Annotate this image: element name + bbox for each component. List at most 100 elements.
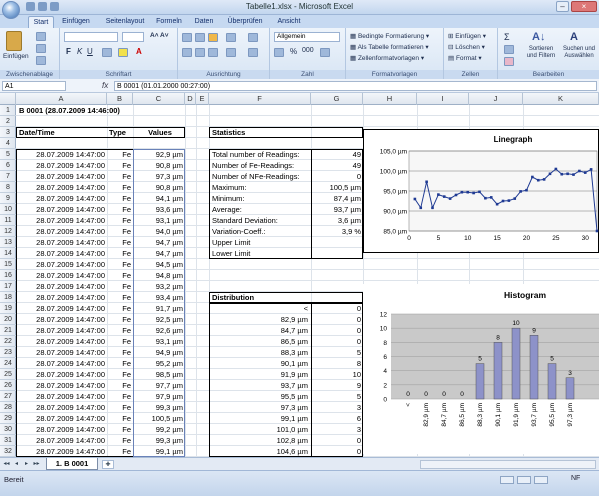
column-header-e[interactable]: E: [196, 93, 209, 105]
align-left-icon[interactable]: [182, 48, 192, 57]
statistics-label[interactable]: Standard Deviation:: [212, 215, 310, 226]
cell-value[interactable]: 98,5 µm: [133, 369, 183, 380]
row-header-15[interactable]: 15: [0, 259, 16, 270]
histogram-chart[interactable]: Histogram 0 2 4 6 8 10 12 0 <0 82,9 µm 0 84,7 µm 0 86,…: [363, 284, 599, 454]
cell-value[interactable]: 99,1 µm: [133, 446, 183, 457]
align-bottom-icon[interactable]: [208, 33, 218, 42]
cell-value[interactable]: 94,5 µm: [133, 259, 183, 270]
row-header-12[interactable]: 12: [0, 226, 16, 237]
statistics-value[interactable]: 93,7 µm: [311, 204, 361, 215]
statistics-value[interactable]: 100,5 µm: [311, 182, 361, 193]
tab-seitenlayout[interactable]: Seitenlayout: [100, 16, 150, 28]
column-header-c[interactable]: C: [133, 93, 185, 105]
cell-type[interactable]: Fe: [107, 325, 131, 336]
decimal-increase-icon[interactable]: [320, 48, 330, 57]
cell-datetime[interactable]: 28.07.2009 14:47:00: [16, 149, 105, 160]
cut-icon[interactable]: [36, 32, 46, 41]
row-header-19[interactable]: 19: [0, 303, 16, 314]
distribution-count[interactable]: 9: [311, 380, 361, 391]
row-header-28[interactable]: 28: [0, 402, 16, 413]
find-icon[interactable]: A: [570, 31, 578, 43]
align-top-icon[interactable]: [182, 33, 192, 42]
cell-type[interactable]: Fe: [107, 281, 131, 292]
clear-icon[interactable]: [504, 57, 514, 66]
orientation-icon[interactable]: [226, 33, 236, 42]
cell-type[interactable]: Fe: [107, 391, 131, 402]
column-header-a[interactable]: A: [16, 93, 107, 105]
row-header-1[interactable]: 1: [0, 105, 16, 116]
statistics-label[interactable]: Average:: [212, 204, 310, 215]
delete-cells-button[interactable]: ⊟ Löschen ▾: [448, 43, 485, 51]
paste-icon[interactable]: [6, 31, 22, 51]
tab-ansicht[interactable]: Ansicht: [272, 16, 306, 28]
statistics-value[interactable]: [311, 237, 361, 248]
statistics-value[interactable]: 87,4 µm: [311, 193, 361, 204]
statistics-value[interactable]: 49: [311, 160, 361, 171]
cell-type[interactable]: Fe: [107, 347, 131, 358]
row-header-26[interactable]: 26: [0, 380, 16, 391]
row-header-8[interactable]: 8: [0, 182, 16, 193]
row-header-29[interactable]: 29: [0, 413, 16, 424]
cell-type[interactable]: Fe: [107, 402, 131, 413]
column-header-g[interactable]: G: [311, 93, 363, 105]
cell-type[interactable]: Fe: [107, 171, 131, 182]
statistics-value[interactable]: 0: [311, 171, 361, 182]
tab-ueberpruefen[interactable]: Überprüfen: [222, 16, 268, 28]
statistics-label[interactable]: Number of NFe-Readings:: [212, 171, 310, 182]
tab-start[interactable]: Start: [28, 16, 54, 28]
tab-einfuegen[interactable]: Einfügen: [58, 16, 94, 28]
statistics-label[interactable]: Variation-Coeff.:: [212, 226, 310, 237]
number-format-dropdown[interactable]: Allgemein: [274, 32, 340, 42]
distribution-title[interactable]: Distribution: [212, 292, 312, 303]
cell-value[interactable]: 99,3 µm: [133, 435, 183, 446]
cell-datetime[interactable]: 28.07.2009 14:47:00: [16, 358, 105, 369]
row-header-13[interactable]: 13: [0, 237, 16, 248]
copy-icon[interactable]: [36, 44, 46, 53]
cell-value[interactable]: 97,7 µm: [133, 380, 183, 391]
name-box[interactable]: A1: [2, 81, 66, 91]
distribution-count[interactable]: 0: [311, 303, 361, 314]
find-select-button[interactable]: Suchen und Auswählen: [560, 46, 598, 60]
cell-datetime[interactable]: 28.07.2009 14:47:00: [16, 226, 105, 237]
align-right-icon[interactable]: [208, 48, 218, 57]
distribution-bin[interactable]: 97,3 µm: [212, 402, 308, 413]
cell-type[interactable]: Fe: [107, 358, 131, 369]
statistics-value[interactable]: 3,9 %: [311, 226, 361, 237]
format-painter-icon[interactable]: [36, 56, 46, 65]
cell-datetime[interactable]: 28.07.2009 14:47:00: [16, 160, 105, 171]
cell-type[interactable]: Fe: [107, 446, 131, 457]
page-break-view-icon[interactable]: [534, 476, 548, 484]
cell-type[interactable]: Fe: [107, 149, 131, 160]
cell-datetime[interactable]: 28.07.2009 14:47:00: [16, 435, 105, 446]
cell-value[interactable]: 90,8 µm: [133, 160, 183, 171]
align-middle-icon[interactable]: [195, 33, 205, 42]
cell-datetime[interactable]: 28.07.2009 14:47:00: [16, 248, 105, 259]
column-title-datetime[interactable]: Date/Time: [19, 127, 105, 138]
format-cells-button[interactable]: ▤ Format ▾: [448, 54, 482, 62]
distribution-bin[interactable]: 93,7 µm: [212, 380, 308, 391]
cell-datetime[interactable]: 28.07.2009 14:47:00: [16, 171, 105, 182]
distribution-count[interactable]: 0: [311, 435, 361, 446]
office-button[interactable]: [2, 1, 20, 19]
column-title-type[interactable]: Type: [109, 127, 133, 138]
column-header-d[interactable]: D: [185, 93, 196, 105]
distribution-count[interactable]: 0: [311, 314, 361, 325]
percent-icon[interactable]: %: [290, 47, 297, 56]
currency-icon[interactable]: [274, 48, 284, 57]
cell-type[interactable]: Fe: [107, 182, 131, 193]
cell-value[interactable]: 92,5 µm: [133, 314, 183, 325]
row-header-5[interactable]: 5: [0, 149, 16, 160]
tab-daten[interactable]: Daten: [190, 16, 218, 28]
distribution-bin[interactable]: 101,0 µm: [212, 424, 308, 435]
cell-value[interactable]: 94,0 µm: [133, 226, 183, 237]
border-icon[interactable]: [102, 48, 112, 57]
distribution-count[interactable]: 10: [311, 369, 361, 380]
cell-value[interactable]: 92,9 µm: [133, 149, 183, 160]
sort-filter-button[interactable]: Sortieren und Filtern: [526, 46, 556, 60]
underline-button[interactable]: U: [87, 47, 93, 56]
cell-styles-button[interactable]: ▦ Zellenformatvorlagen ▾: [350, 54, 424, 62]
statistics-label[interactable]: Minimum:: [212, 193, 310, 204]
cell-type[interactable]: Fe: [107, 435, 131, 446]
cell-datetime[interactable]: 28.07.2009 14:47:00: [16, 402, 105, 413]
row-header-32[interactable]: 32: [0, 446, 16, 457]
